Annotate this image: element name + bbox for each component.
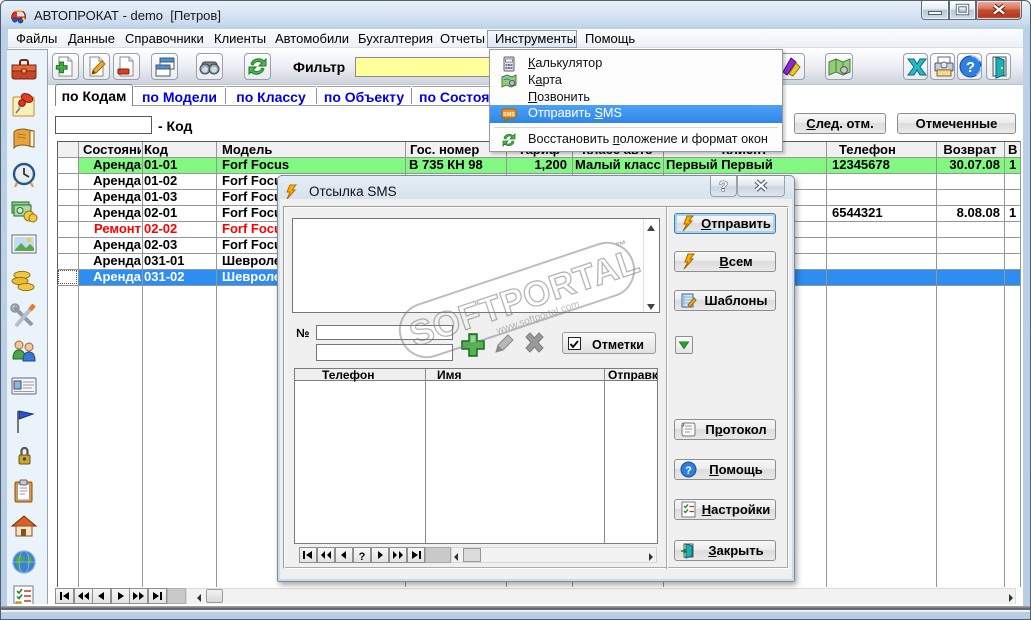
svg-text:SMS: SMS [503, 112, 515, 118]
svg-text:?: ? [719, 178, 728, 195]
svg-text:?: ? [966, 59, 975, 76]
svg-text:?: ? [685, 465, 692, 477]
